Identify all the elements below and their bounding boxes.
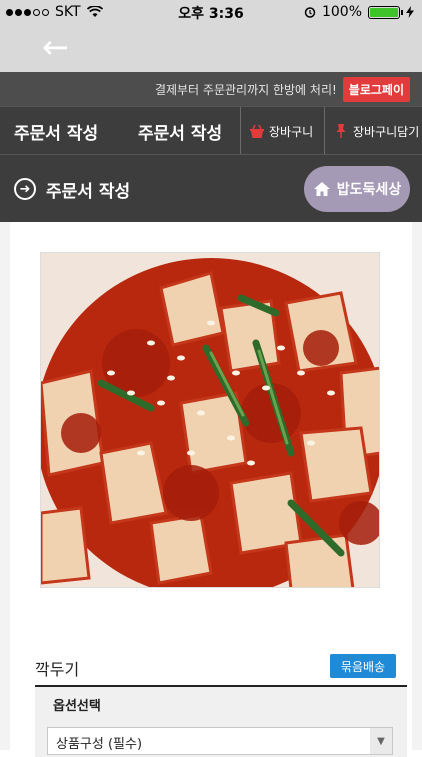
battery-icon (368, 5, 403, 19)
home-icon (313, 182, 330, 196)
option-title: 옵션선택 (53, 699, 101, 714)
section-header: ➜ 주문서 작성 밥도둑세상 (0, 154, 422, 222)
kimchi-photo-icon (41, 253, 379, 587)
bundle-shipping-button[interactable]: 묶음배송 (330, 654, 396, 678)
dropdown-arrow-icon: ▼ (370, 728, 392, 754)
navigation-bar: ← (0, 24, 422, 72)
battery-percent: 100% (321, 4, 362, 20)
order-form-title-secondary: 주문서 작성 (138, 124, 223, 144)
promo-text: 결제부터 주문관리까지 한방에 처리! (154, 82, 337, 97)
home-button-label: 밥도둑세상 (336, 182, 402, 198)
add-to-cart-label: 장바구니담기 (353, 124, 420, 139)
cart-button[interactable]: 장바구니 (240, 107, 324, 155)
top-menu: 주문서 작성 주문서 작성 장바구니 장바구니담기 (0, 106, 422, 155)
home-button[interactable]: 밥도둑세상 (304, 166, 410, 212)
content-area: 깍두기 묶음배송 옵션선택 상품구성 (필수) ▼ (0, 222, 422, 757)
product-panel: 깍두기 묶음배송 옵션선택 상품구성 (필수) ▼ (10, 222, 412, 757)
pin-icon (336, 124, 346, 138)
option-box: 옵션선택 상품구성 (필수) ▼ (35, 687, 407, 757)
blogpay-button[interactable]: 블로그페이 (342, 76, 410, 102)
arrow-circle-icon: ➜ (14, 178, 36, 200)
alarm-icon (304, 7, 316, 18)
add-to-cart-button[interactable]: 장바구니담기 (324, 107, 422, 155)
status-right: 100% (304, 4, 414, 20)
cart-label: 장바구니 (269, 124, 314, 139)
back-arrow-icon[interactable]: ← (42, 31, 69, 63)
product-image (40, 252, 380, 588)
section-title: 주문서 작성 (46, 182, 131, 202)
charging-icon (406, 6, 414, 18)
promo-banner: 결제부터 주문관리까지 한방에 처리! 블로그페이 (0, 72, 422, 106)
status-bar: SKT 오후 3:36 100% (0, 0, 422, 24)
order-form-title: 주문서 작성 (14, 124, 99, 144)
basket-icon (250, 124, 264, 138)
product-name: 깍두기 (35, 660, 80, 679)
product-composition-select[interactable]: 상품구성 (필수) ▼ (47, 727, 393, 755)
